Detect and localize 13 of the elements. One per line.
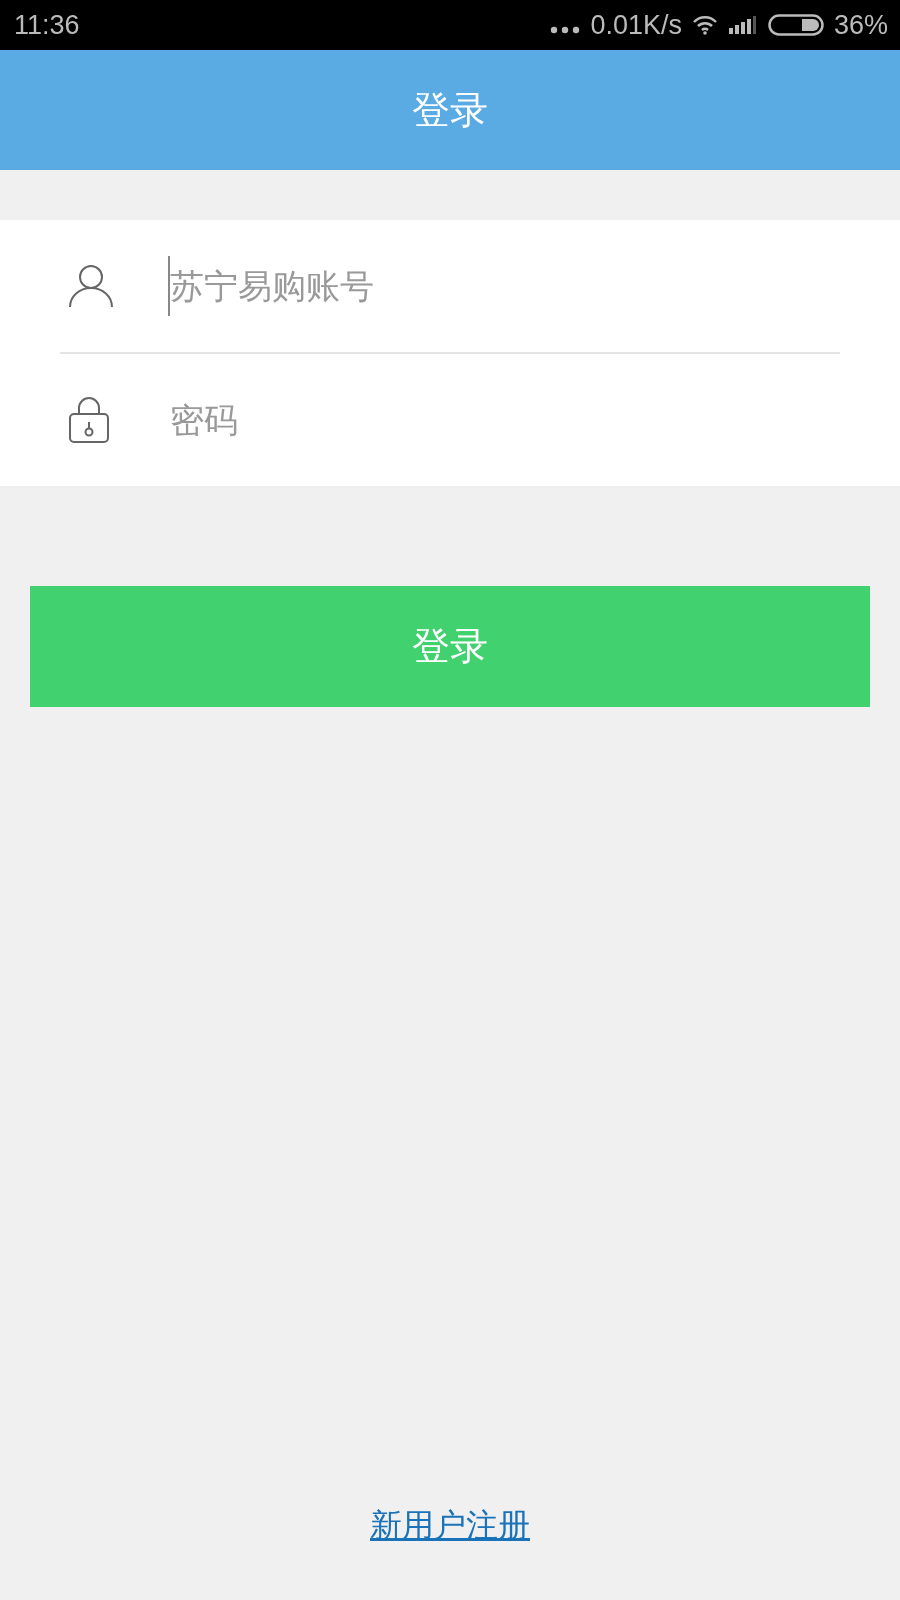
battery-percent: 36% [833, 9, 888, 41]
password-field[interactable]: 密码 [168, 390, 840, 450]
register-link[interactable]: 新用户注册 [370, 1504, 530, 1548]
network-speed: 0.01K/s [590, 9, 682, 41]
wifi-icon [691, 15, 718, 35]
signal-icon [727, 16, 758, 34]
user-icon [68, 263, 114, 309]
clock-time: 11:36 [14, 9, 80, 41]
padlock-icon [68, 396, 110, 444]
battery-icon [767, 14, 824, 36]
page-title: 登录 [412, 86, 488, 134]
more-dots-icon [550, 26, 581, 34]
account-field[interactable]: 苏宁易购账号 [168, 256, 840, 316]
